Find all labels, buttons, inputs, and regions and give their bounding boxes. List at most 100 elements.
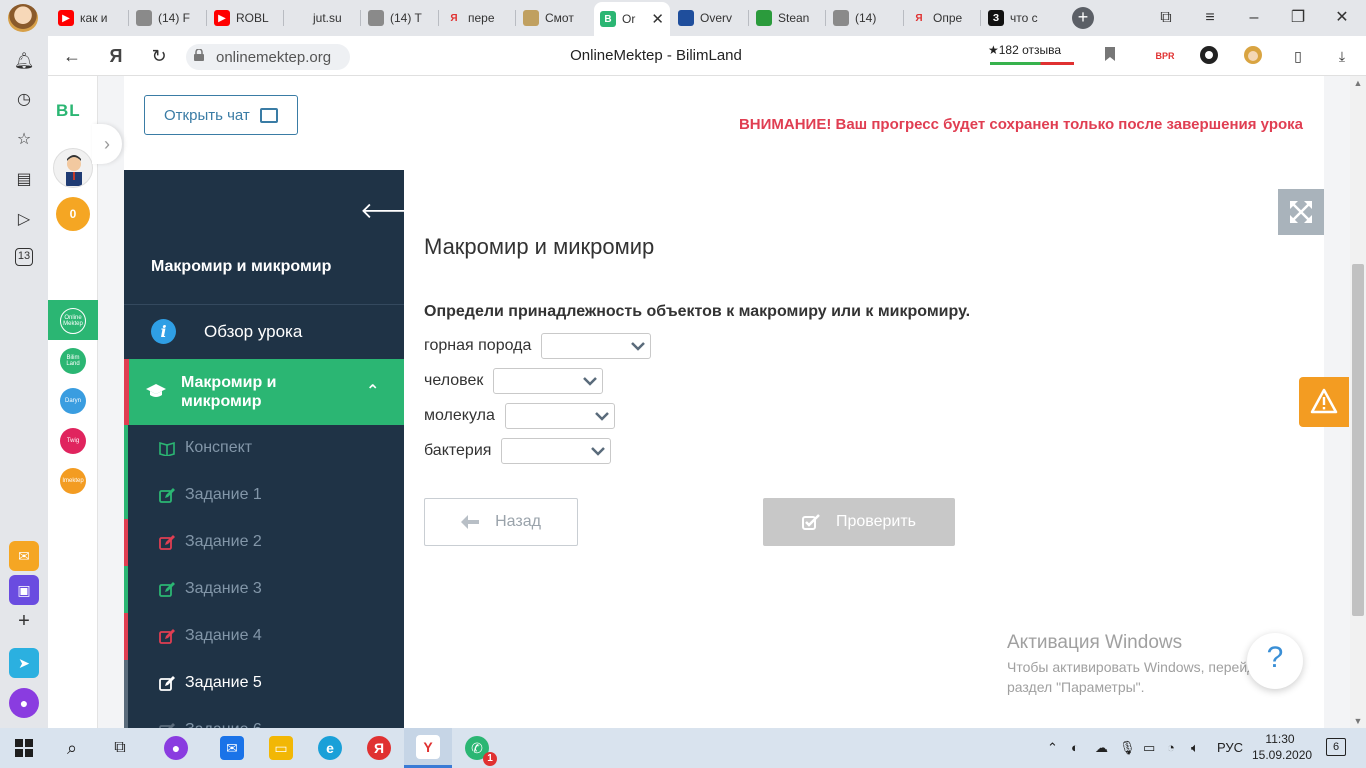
tab-close-icon[interactable]: ✕: [651, 10, 664, 28]
clock-date: 15.09.2020: [1252, 748, 1313, 762]
lesson-overview-item[interactable]: i Обзор урока: [124, 305, 404, 359]
classification-dropdown[interactable]: [541, 333, 652, 359]
new-tab-button[interactable]: +: [1072, 7, 1094, 29]
minimize-icon[interactable]: –: [1242, 6, 1266, 30]
browser-tab[interactable]: Япере: [440, 4, 510, 32]
reload-icon[interactable]: ↻: [147, 44, 171, 68]
tray-chevron-up-icon[interactable]: ⌃: [1047, 740, 1058, 756]
scroll-up-icon[interactable]: ▲: [1350, 78, 1366, 88]
scrollbar-thumb[interactable]: [1352, 264, 1364, 616]
strip-app-icon[interactable]: Twig: [60, 428, 86, 454]
coins-badge[interactable]: 0: [56, 197, 90, 231]
calendar-icon[interactable]: 13: [15, 248, 33, 266]
lesson-nav-item[interactable]: Задание 2: [124, 519, 404, 566]
browser-tab[interactable]: ▶ как и: [52, 4, 122, 32]
strip-app-icon[interactable]: Imektep: [60, 468, 86, 494]
report-problem-button[interactable]: [1299, 377, 1349, 427]
profile-avatar-icon[interactable]: [8, 4, 38, 32]
bookmark-icon[interactable]: [1099, 45, 1121, 67]
back-arrow-icon[interactable]: ←: [60, 44, 84, 68]
collapse-arrow-icon[interactable]: 🡐: [360, 198, 404, 224]
vpn-extension-icon[interactable]: [1198, 45, 1220, 67]
add-app-icon[interactable]: +: [12, 609, 36, 633]
browser-tab[interactable]: Stean: [750, 4, 820, 32]
sidebar-panel-icon[interactable]: ▯: [1287, 45, 1309, 67]
alice-taskbar-icon[interactable]: ●: [152, 728, 200, 768]
edit-icon: [159, 535, 175, 550]
classification-dropdown[interactable]: [501, 438, 612, 464]
edge-browser-icon[interactable]: e: [306, 728, 354, 768]
fullscreen-button[interactable]: [1278, 189, 1324, 235]
lesson-nav-item[interactable]: Задание 4: [124, 613, 404, 660]
volume-icon[interactable]: 🔈︎: [1191, 740, 1199, 756]
bpr-extension-icon[interactable]: BPR: [1154, 45, 1176, 67]
onedrive-icon[interactable]: ☁: [1095, 740, 1108, 756]
browser-tab[interactable]: Я Опре: [905, 4, 975, 32]
downloads-icon[interactable]: ⤓: [1331, 45, 1353, 67]
lesson-nav-item[interactable]: Задание 3: [124, 566, 404, 613]
browser-tab[interactable]: ▶ ROBL: [208, 4, 278, 32]
classification-dropdown[interactable]: [493, 368, 604, 394]
strip-app-icon[interactable]: Daryn: [60, 388, 86, 414]
action-center-icon[interactable]: 6: [1326, 738, 1346, 756]
back-button[interactable]: Назад: [424, 498, 578, 546]
history-icon[interactable]: ◷: [12, 88, 36, 112]
restore-icon[interactable]: ❐: [1286, 6, 1310, 30]
bilimland-logo[interactable]: BL: [56, 101, 81, 121]
favorites-star-icon[interactable]: ☆: [12, 128, 36, 152]
browser-tab[interactable]: (14) T: [362, 4, 432, 32]
open-chat-button[interactable]: Открыть чат: [144, 95, 298, 135]
notifications-bell-icon[interactable]: 🔔︎: [12, 50, 36, 74]
chevron-up-icon[interactable]: ⌃: [366, 381, 379, 401]
check-button[interactable]: Проверить: [763, 498, 955, 546]
wifi-icon[interactable]: ◔: [1167, 740, 1175, 756]
browser-tab[interactable]: (14) F: [130, 4, 200, 32]
user-avatar[interactable]: [53, 148, 93, 188]
close-window-icon[interactable]: ✕: [1330, 6, 1354, 30]
browser-menu-icon[interactable]: ≡: [1198, 6, 1222, 30]
search-icon[interactable]: ⌕: [48, 728, 96, 768]
lesson-nav-item[interactable]: Задание 1: [124, 472, 404, 519]
browser-tab[interactable]: jut.su: [285, 4, 355, 32]
messenger-app-icon[interactable]: ▣: [9, 575, 39, 605]
browser-tab[interactable]: Смот: [517, 4, 587, 32]
scroll-down-icon[interactable]: ▼: [1350, 716, 1366, 726]
lesson-nav-item[interactable]: Конспект: [124, 425, 404, 472]
section-header[interactable]: Макромир и микромир ⌃: [124, 359, 404, 425]
mail-app-icon[interactable]: ✉: [9, 541, 39, 571]
yandex-icon[interactable]: Я: [104, 44, 128, 68]
browser-tab[interactable]: (14): [827, 4, 897, 32]
tab-collections-icon[interactable]: ⧉: [1154, 6, 1178, 30]
strip-app-icon[interactable]: Online Mektep: [60, 308, 86, 334]
video-play-icon[interactable]: ▷: [12, 208, 36, 232]
extension-avatar-icon[interactable]: [1242, 45, 1264, 67]
send-app-icon[interactable]: ➤: [9, 648, 39, 678]
tray-app-icon[interactable]: ◐: [1071, 740, 1079, 756]
input-language[interactable]: РУС: [1217, 740, 1243, 756]
alice-assistant-icon[interactable]: ●: [9, 688, 39, 718]
item-status-bar: [124, 519, 128, 566]
system-clock[interactable]: 11:30 15.09.2020: [1252, 731, 1313, 763]
battery-icon[interactable]: ▭: [1143, 740, 1155, 756]
task-view-icon[interactable]: ⧉: [96, 728, 144, 768]
browser-tab[interactable]: Зчто с: [982, 4, 1052, 32]
page-scrollbar[interactable]: ▲ ▼: [1350, 76, 1366, 728]
browser-tab[interactable]: B Or ✕: [594, 2, 670, 36]
tab-label: пере: [468, 11, 495, 25]
yandex-browser-taskbar-icon[interactable]: Y: [404, 728, 452, 768]
url-field[interactable]: onlinemektep.org: [186, 44, 350, 70]
help-button[interactable]: ?: [1247, 633, 1303, 689]
lesson-nav-item[interactable]: Задание 5: [124, 660, 404, 707]
classification-dropdown[interactable]: [504, 403, 615, 429]
windows-start-icon[interactable]: [0, 728, 48, 768]
browser-tab[interactable]: Overv: [672, 4, 742, 32]
collections-icon[interactable]: ▤: [12, 168, 36, 192]
yandex-red-icon[interactable]: Я: [355, 728, 403, 768]
file-explorer-icon[interactable]: ▭: [257, 728, 305, 768]
mail-taskbar-icon[interactable]: ✉: [208, 728, 256, 768]
whatsapp-taskbar-icon[interactable]: ✆ 1: [453, 728, 501, 768]
microphone-icon[interactable]: 🎙︎: [1119, 740, 1136, 756]
strip-app-icon[interactable]: Bilim Land: [60, 348, 86, 374]
lesson-nav-item[interactable]: Задание 6: [124, 707, 404, 728]
reviews-badge[interactable]: ★182 отзыва: [988, 43, 1076, 65]
